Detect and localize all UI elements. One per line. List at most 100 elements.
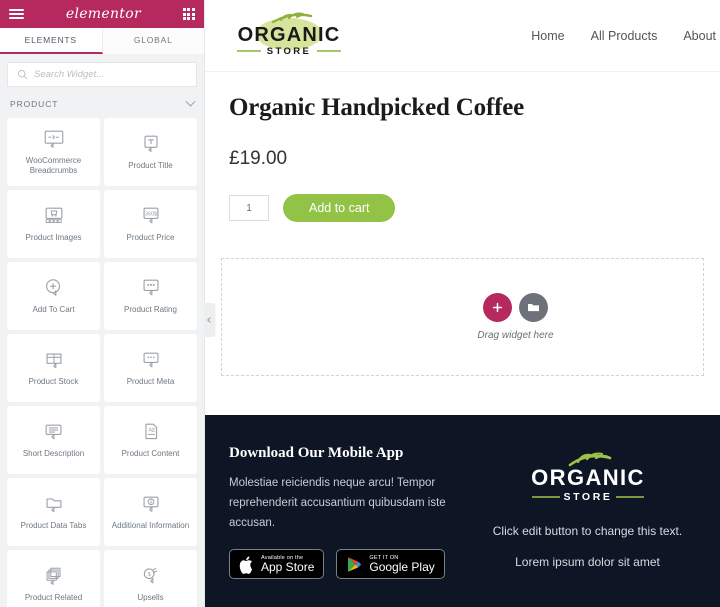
widget-label: Additional Information [111, 521, 190, 530]
add-to-cart-row: Add to cart [229, 194, 696, 222]
section-product-label: PRODUCT [10, 99, 59, 109]
widget-label: Product Data Tabs [20, 521, 87, 530]
widget-short-description[interactable]: Short Description [7, 406, 100, 474]
app-store-badge[interactable]: Available on the App Store [229, 549, 325, 580]
widget-product-title[interactable]: Product Title [104, 118, 197, 186]
panel-body: PRODUCT WooCommerce Breadcrumbs [0, 54, 204, 607]
site-footer: Download Our Mobile App Molestiae reicie… [205, 415, 720, 607]
svg-text:ORGANIC: ORGANIC [531, 465, 645, 490]
product-meta-widget-icon [143, 352, 158, 368]
widget-product-meta[interactable]: Product Meta [104, 334, 197, 402]
footer-logo: ORGANIC STORE [518, 449, 658, 511]
footer-left-column: Download Our Mobile App Molestiae reicie… [229, 445, 479, 607]
quantity-input[interactable] [229, 195, 269, 221]
badge-bottom-text: Google Play [369, 560, 435, 575]
footer-right-column: ORGANIC STORE Click edit button to chang… [479, 445, 696, 607]
chevron-down-icon [185, 96, 196, 107]
svg-text:ORGANIC: ORGANIC [238, 24, 341, 46]
product-rating-widget-icon [143, 279, 158, 296]
widget-label: Product Images [25, 233, 82, 242]
widget-label: Upsells [137, 593, 164, 602]
widget-grid: WooCommerce Breadcrumbs Product Title Pr… [7, 118, 197, 607]
widget-label: Product Rating [124, 305, 177, 314]
additional-information-widget-icon [143, 496, 158, 512]
footer-edit-text-line1: Click edit button to change this text. [492, 524, 683, 538]
widget-product-related[interactable]: Product Related [7, 550, 100, 607]
widget-label: Product Price [126, 233, 175, 242]
widget-product-images[interactable]: Product Images [7, 190, 100, 258]
svg-text:$: $ [147, 572, 150, 578]
plus-icon [492, 302, 503, 313]
product-section: Organic Handpicked Coffee £19.00 Add to … [205, 72, 720, 222]
panel-header: elementor [0, 0, 204, 28]
nav-item-about[interactable]: About [683, 29, 716, 43]
chevron-left-icon [207, 317, 214, 323]
product-stock-widget-icon [46, 353, 61, 369]
elementor-logo: elementor [65, 6, 141, 22]
svg-text:360$: 360$ [144, 212, 156, 218]
product-price-widget-icon: 360$ [143, 207, 158, 224]
product-title-widget-icon [143, 135, 158, 152]
hamburger-icon[interactable] [9, 9, 24, 19]
site-header: ORGANIC STORE Home All Products About [205, 0, 720, 72]
google-play-icon [348, 556, 362, 572]
add-to-cart-widget-icon [45, 279, 60, 296]
widget-label: Short Description [22, 449, 85, 458]
product-data-tabs-widget-icon [46, 498, 61, 513]
elementor-editor: elementor ELEMENTS GLOBAL PRODUCT [0, 0, 720, 607]
tab-elements[interactable]: ELEMENTS [0, 28, 103, 54]
widget-label: Product Related [24, 593, 83, 602]
elementor-panel: elementor ELEMENTS GLOBAL PRODUCT [0, 0, 205, 607]
product-images-widget-icon [45, 207, 62, 223]
apple-icon [239, 556, 252, 574]
widget-additional-information[interactable]: Additional Information [104, 478, 197, 546]
widget-label: Add To Cart [32, 305, 75, 314]
widget-product-stock[interactable]: Product Stock [7, 334, 100, 402]
panel-collapse-handle[interactable] [204, 303, 215, 337]
widget-add-to-cart[interactable]: Add To Cart [7, 262, 100, 330]
widget-product-price[interactable]: 360$ Product Price [104, 190, 197, 258]
widget-product-content[interactable]: A Product Content [104, 406, 197, 474]
product-title: Organic Handpicked Coffee [229, 94, 524, 121]
widget-label: Product Content [121, 449, 180, 458]
widget-upsells[interactable]: $ Upsells [104, 550, 197, 607]
section-product-header[interactable]: PRODUCT [7, 96, 197, 118]
search-widget-box[interactable] [7, 62, 197, 87]
folder-icon [528, 304, 539, 312]
footer-heading: Download Our Mobile App [229, 445, 404, 461]
widget-label: Product Title [128, 161, 173, 170]
product-price: £19.00 [229, 148, 288, 169]
panel-tabs: ELEMENTS GLOBAL [0, 28, 204, 54]
google-play-badge[interactable]: GET IT ON Google Play [336, 549, 445, 580]
widget-label: Product Stock [28, 377, 79, 386]
short-description-widget-icon [45, 424, 61, 440]
svg-text:STORE: STORE [267, 46, 312, 57]
add-widget-button[interactable] [483, 293, 512, 322]
product-related-widget-icon [46, 567, 61, 585]
template-library-button[interactable] [519, 293, 548, 322]
site-nav: Home All Products About [531, 29, 720, 43]
product-content-widget-icon: A [144, 423, 157, 440]
footer-paragraph: Molestiae reiciendis neque arcu! Tempor … [229, 477, 446, 529]
app-store-badges: Available on the App Store GET IT ON Goo… [229, 549, 479, 580]
site-logo[interactable]: ORGANIC STORE [229, 8, 349, 64]
search-icon [17, 69, 28, 80]
search-input[interactable] [34, 69, 187, 80]
preview-canvas: ORGANIC STORE Home All Products About Or… [205, 0, 720, 607]
grid-apps-icon[interactable] [182, 7, 195, 21]
badge-bottom-text: App Store [261, 560, 315, 575]
widget-label: Product Meta [126, 377, 175, 386]
widget-label: WooCommerce Breadcrumbs [25, 156, 82, 175]
widget-product-rating[interactable]: Product Rating [104, 262, 197, 330]
add-to-cart-button[interactable]: Add to cart [283, 194, 396, 222]
widget-woocommerce-breadcrumbs[interactable]: WooCommerce Breadcrumbs [7, 118, 100, 186]
nav-item-all-products[interactable]: All Products [591, 29, 658, 43]
svg-text:STORE: STORE [563, 491, 612, 503]
upsells-widget-icon: $ [143, 567, 157, 584]
widget-product-data-tabs[interactable]: Product Data Tabs [7, 478, 100, 546]
tab-global[interactable]: GLOBAL [102, 28, 204, 54]
widget-dropzone[interactable]: Drag widget here [221, 258, 704, 376]
nav-item-home[interactable]: Home [531, 29, 564, 43]
footer-edit-text-line2: Lorem ipsum dolor sit amet [515, 555, 660, 569]
dropzone-label: Drag widget here [477, 330, 554, 341]
